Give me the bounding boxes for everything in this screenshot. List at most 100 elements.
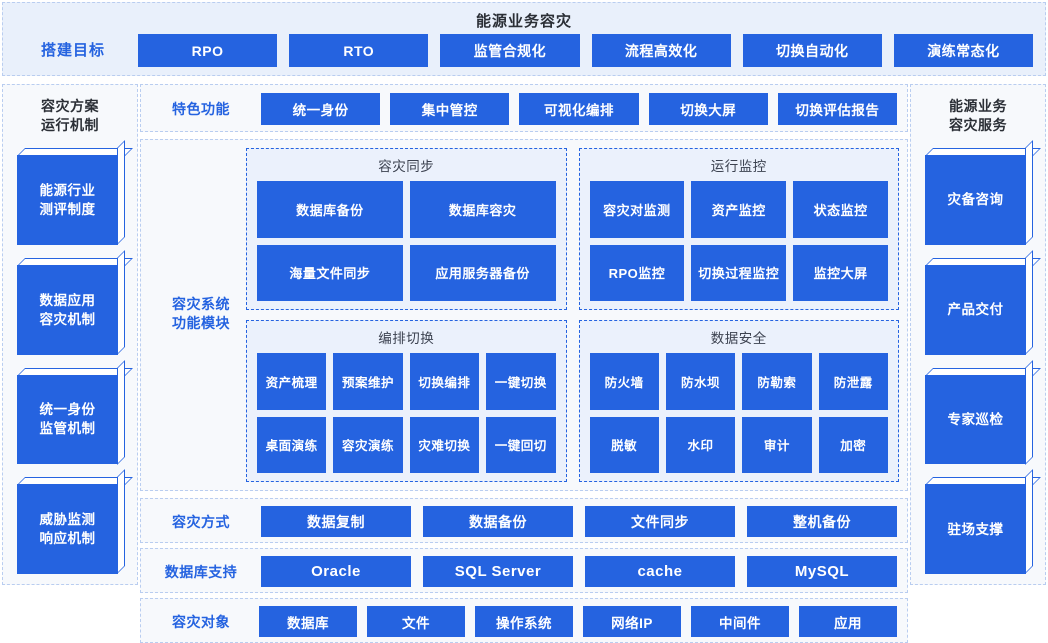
left-sidebar-item-line2: 容灾机制 bbox=[39, 311, 96, 327]
module-chip[interactable]: 切换过程监控 bbox=[691, 244, 787, 301]
object-chip[interactable]: 数据库 bbox=[259, 606, 357, 637]
module-chip[interactable]: 审计 bbox=[742, 416, 812, 473]
db-chip[interactable]: MySQL bbox=[747, 556, 897, 587]
module-panel-title: 编排切换 bbox=[378, 331, 435, 346]
left-sidebar-item[interactable]: 威胁监测 响应机制 bbox=[17, 469, 133, 574]
right-sidebar-heading-line1: 能源业务 bbox=[949, 98, 1007, 114]
modules-row-label-line2: 功能模块 bbox=[172, 315, 230, 331]
goal-chip[interactable]: 流程高效化 bbox=[591, 34, 731, 67]
db-chip[interactable]: SQL Server bbox=[423, 556, 573, 587]
goal-chip[interactable]: RPO bbox=[138, 34, 278, 67]
left-sidebar-item[interactable]: 能源行业 测评制度 bbox=[17, 140, 133, 245]
object-chip[interactable]: 操作系统 bbox=[475, 606, 573, 637]
goal-chip[interactable]: 切换自动化 bbox=[742, 34, 882, 67]
module-chip[interactable]: 防水坝 bbox=[665, 353, 736, 410]
object-row-label: 容灾对象 bbox=[172, 614, 230, 630]
left-sidebar-item-line2: 测评制度 bbox=[39, 201, 96, 217]
module-chip[interactable]: 防泄露 bbox=[818, 353, 888, 410]
goal-chip[interactable]: RTO bbox=[289, 34, 429, 67]
object-chip[interactable]: 中间件 bbox=[691, 606, 789, 637]
feature-chip[interactable]: 统一身份 bbox=[261, 93, 381, 125]
way-chip[interactable]: 数据备份 bbox=[423, 506, 573, 537]
box-right-face bbox=[1025, 469, 1033, 574]
module-chip[interactable]: 加密 bbox=[818, 416, 888, 473]
db-chip[interactable]: cache bbox=[585, 556, 735, 587]
object-chip[interactable]: 应用 bbox=[799, 606, 897, 637]
right-sidebar-items: 灾备咨询产品交付专家巡检驻场支撑 bbox=[925, 140, 1041, 574]
module-chip[interactable]: 应用服务器备份 bbox=[409, 244, 556, 301]
way-chip-list: 数据复制 数据备份 文件同步 整机备份 bbox=[261, 506, 897, 537]
module-chip[interactable]: 桌面演练 bbox=[257, 416, 327, 473]
db-chip[interactable]: Oracle bbox=[261, 556, 411, 587]
module-chip[interactable]: 一键回切 bbox=[486, 416, 556, 473]
goal-chip[interactable]: 监管合规化 bbox=[440, 34, 580, 67]
module-panel: 容灾同步 数据库备份 数据库容灾 海量文件同步 应用服务器备份 bbox=[246, 148, 567, 310]
module-chip[interactable]: 容灾演练 bbox=[333, 416, 403, 473]
feature-chip[interactable]: 切换大屏 bbox=[648, 93, 768, 125]
right-sidebar-item[interactable]: 灾备咨询 bbox=[925, 140, 1041, 245]
box-front-face: 威胁监测 响应机制 bbox=[17, 484, 118, 574]
module-chip[interactable]: 海量文件同步 bbox=[257, 244, 403, 301]
modules-row-label-line1: 容灾系统 bbox=[172, 296, 230, 312]
module-chip[interactable]: 防火墙 bbox=[589, 353, 659, 410]
module-chip[interactable]: 监控大屏 bbox=[793, 244, 888, 301]
left-sidebar-item[interactable]: 统一身份 监管机制 bbox=[17, 359, 133, 465]
module-chip[interactable]: RPO监控 bbox=[589, 244, 685, 301]
right-sidebar: 能源业务 容灾服务 灾备咨询产品交付专家巡检驻场支撑 bbox=[910, 84, 1046, 585]
box-right-face bbox=[117, 249, 125, 355]
module-chip[interactable]: 状态监控 bbox=[793, 181, 888, 238]
object-chip-list: 数据库 文件 操作系统 网络IP 中间件 应用 bbox=[259, 606, 897, 637]
way-chip[interactable]: 文件同步 bbox=[585, 506, 735, 537]
right-sidebar-item-line1: 灾备咨询 bbox=[947, 192, 1004, 208]
module-chip[interactable]: 一键切换 bbox=[486, 353, 556, 410]
right-sidebar-heading: 能源业务 容灾服务 bbox=[911, 97, 1045, 135]
module-chip[interactable]: 资产监控 bbox=[691, 181, 787, 238]
goal-band: 能源业务容灾 搭建目标 RPO RTO 监管合规化 流程高效化 切换自动化 演练常态化 bbox=[2, 2, 1046, 76]
center-column: 特色功能 统一身份 集中管控 可视化编排 切换大屏 切换评估报告 容灾系统 功能模块 容… bbox=[140, 84, 908, 643]
box-label: 驻场支撑 bbox=[948, 520, 1004, 539]
module-chip[interactable]: 水印 bbox=[665, 416, 736, 473]
feature-chip[interactable]: 集中管控 bbox=[390, 93, 510, 125]
modules-row-label: 容灾系统 功能模块 bbox=[149, 295, 253, 333]
module-chip[interactable]: 防勒索 bbox=[742, 353, 812, 410]
way-chip[interactable]: 数据复制 bbox=[261, 506, 411, 537]
right-sidebar-item-line1: 产品交付 bbox=[947, 302, 1004, 318]
module-panel-grid: 数据库备份 数据库容灾 海量文件同步 应用服务器备份 bbox=[257, 181, 556, 301]
module-chip[interactable]: 切换编排 bbox=[409, 353, 480, 410]
diagram-root: 能源业务容灾 搭建目标 RPO RTO 监管合规化 流程高效化 切换自动化 演练常态化 容… bbox=[0, 0, 1048, 643]
box-label: 数据应用 容灾机制 bbox=[40, 291, 96, 329]
feature-row: 特色功能 统一身份 集中管控 可视化编排 切换大屏 切换评估报告 bbox=[140, 84, 908, 132]
object-row: 容灾对象 数据库 文件 操作系统 网络IP 中间件 应用 bbox=[140, 598, 908, 643]
feature-chip[interactable]: 可视化编排 bbox=[519, 93, 639, 125]
module-chip[interactable]: 数据库备份 bbox=[257, 181, 403, 238]
box-front-face: 数据应用 容灾机制 bbox=[17, 264, 118, 355]
feature-chip-list: 统一身份 集中管控 可视化编排 切换大屏 切换评估报告 bbox=[261, 93, 898, 125]
goal-chip[interactable]: 演练常态化 bbox=[893, 34, 1034, 67]
left-sidebar-item-line2: 响应机制 bbox=[39, 531, 96, 547]
left-sidebar-items: 能源行业 测评制度数据应用 容灾机制统一身份 监管机制威胁监测 响应机制 bbox=[17, 140, 133, 574]
goal-band-label: 搭建目标 bbox=[40, 42, 105, 59]
left-sidebar-heading: 容灾方案 运行机制 bbox=[3, 97, 137, 135]
module-panel-title: 数据安全 bbox=[710, 331, 767, 346]
left-sidebar-item[interactable]: 数据应用 容灾机制 bbox=[17, 249, 133, 355]
module-chip[interactable]: 容灾对监测 bbox=[589, 181, 685, 238]
module-chip[interactable]: 预案维护 bbox=[333, 353, 403, 410]
way-row-label: 容灾方式 bbox=[172, 514, 230, 530]
box-front-face: 专家巡检 bbox=[925, 374, 1026, 465]
module-panel-grid: 防火墙 防水坝 防勒索 防泄露脱敏 水印 审计 加密 bbox=[589, 353, 888, 473]
module-chip[interactable]: 资产梳理 bbox=[257, 353, 327, 410]
goal-chip-list: RPO RTO 监管合规化 流程高效化 切换自动化 演练常态化 bbox=[138, 34, 1034, 67]
module-chip[interactable]: 脱敏 bbox=[589, 416, 659, 473]
object-chip[interactable]: 网络IP bbox=[583, 606, 681, 637]
right-sidebar-item[interactable]: 驻场支撑 bbox=[925, 469, 1041, 574]
way-chip[interactable]: 整机备份 bbox=[747, 506, 897, 537]
right-sidebar-item[interactable]: 专家巡检 bbox=[925, 359, 1041, 465]
object-chip[interactable]: 文件 bbox=[367, 606, 465, 637]
feature-row-label: 特色功能 bbox=[172, 101, 230, 117]
module-chip[interactable]: 灾难切换 bbox=[409, 416, 480, 473]
feature-chip[interactable]: 切换评估报告 bbox=[777, 93, 898, 125]
module-chip[interactable]: 数据库容灾 bbox=[409, 181, 556, 238]
box-right-face bbox=[1025, 359, 1033, 465]
right-sidebar-item[interactable]: 产品交付 bbox=[925, 249, 1041, 355]
module-panel: 数据安全防火墙 防水坝 防勒索 防泄露脱敏 水印 审计 加密 bbox=[578, 320, 899, 482]
